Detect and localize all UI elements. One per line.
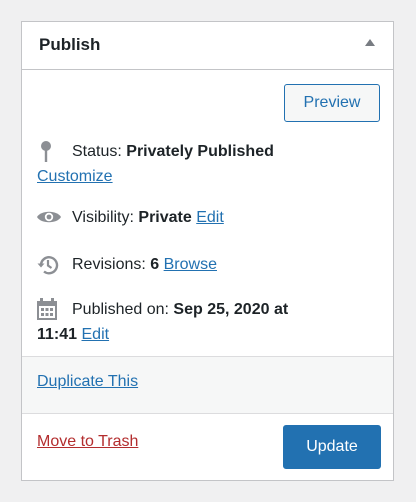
publish-box-title: Publish [39, 35, 101, 54]
duplicate-section: Duplicate This [22, 356, 393, 414]
publish-box-header[interactable]: Publish [22, 22, 393, 70]
published-time-line: 11:41 Edit [37, 322, 109, 347]
move-to-trash-link[interactable]: Move to Trash [37, 433, 138, 451]
customize-status-link[interactable]: Customize [37, 164, 113, 189]
preview-button[interactable]: Preview [284, 84, 380, 122]
published-label: Published on: [72, 301, 169, 318]
browse-revisions-link[interactable]: Browse [164, 256, 217, 273]
update-button[interactable]: Update [283, 425, 381, 469]
published-date: Sep 25, 2020 at [173, 301, 289, 318]
eye-icon [36, 208, 62, 234]
edit-visibility-link[interactable]: Edit [196, 209, 224, 226]
history-icon [36, 253, 60, 285]
triangle-up-icon[interactable] [365, 39, 375, 46]
visibility-label: Visibility: [72, 209, 134, 226]
revisions-count: 6 [150, 256, 160, 273]
status-value: Privately Published [126, 143, 274, 160]
revisions-label: Revisions: [72, 256, 146, 273]
edit-published-date-link[interactable]: Edit [82, 326, 110, 343]
status-label: Status: [72, 143, 122, 160]
duplicate-this-link[interactable]: Duplicate This [37, 373, 138, 391]
publish-box: Publish Preview Status: Privately Publis… [21, 21, 394, 481]
visibility-value: Private [138, 209, 192, 226]
published-time: 11:41 [37, 326, 78, 343]
